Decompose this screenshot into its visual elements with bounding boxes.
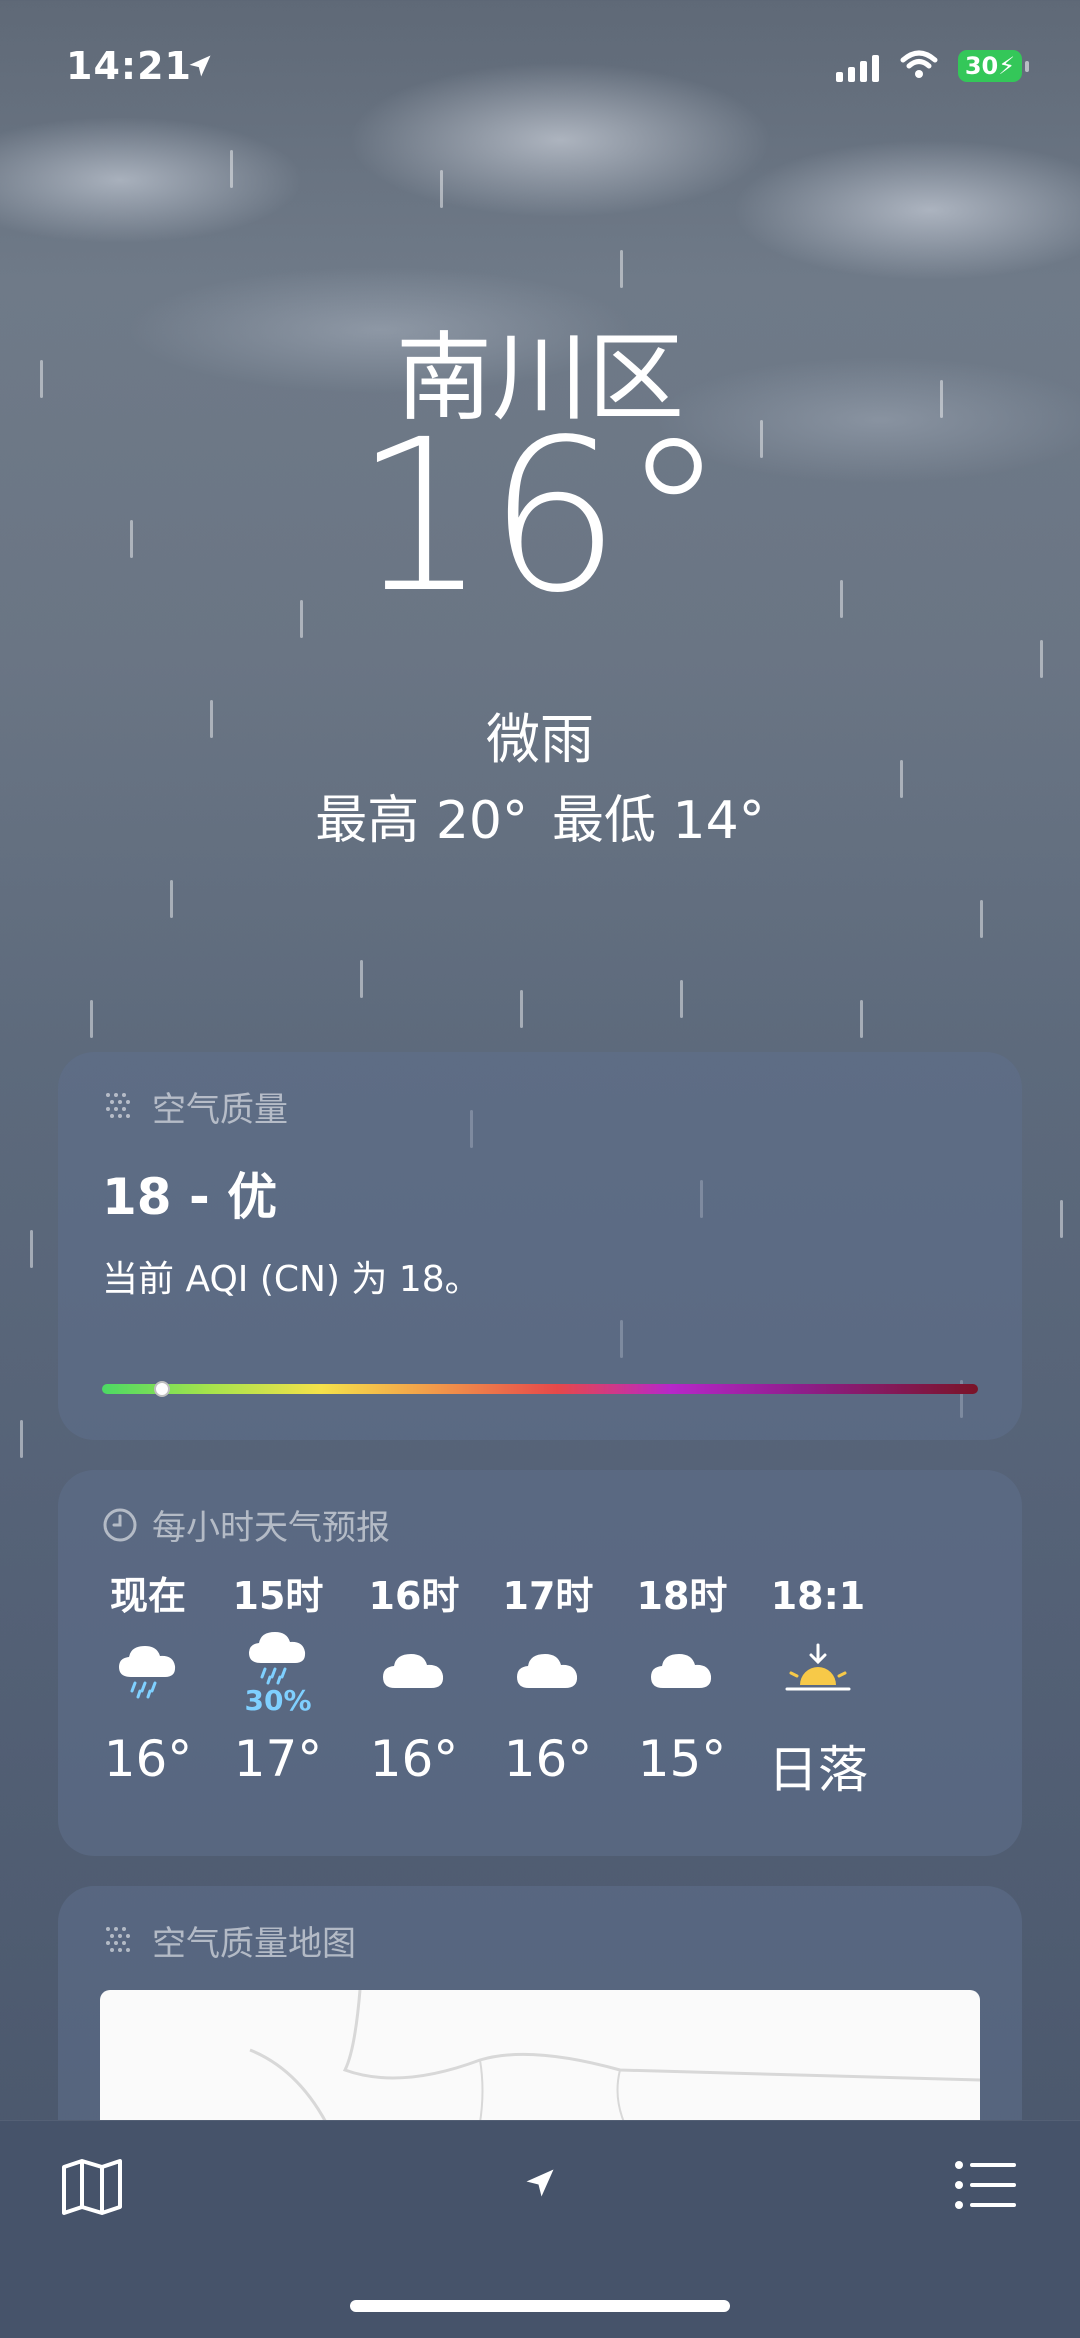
aqi-indicator-dot (153, 1381, 170, 1397)
rain-cloud-icon: 30% (208, 1626, 348, 1716)
status-bar: 14:21 30 ⚡ (0, 44, 1080, 94)
cloud-icon (344, 1626, 484, 1716)
aqi-scale-bar (102, 1381, 978, 1397)
cloud-icon (612, 1626, 752, 1716)
hour-label: 现在 (109, 1574, 186, 1618)
air-quality-card[interactable]: 空气质量 18 - 优 当前 AQI (CN) 为 18。 (58, 1052, 1022, 1440)
aqi-value: 18 - 优 (102, 1168, 278, 1226)
hourly-forecast-title: 每小时天气预报 (152, 1508, 390, 1548)
battery-icon: 30 ⚡ (958, 50, 1029, 82)
air-quality-header: 空气质量 (102, 1082, 288, 1131)
aqi-description: 当前 AQI (CN) 为 18。 (102, 1259, 481, 1300)
hourly-forecast-card[interactable]: 每小时天气预报 现在 16° 15时 30% 17° 16时 16° 17时 16° 18时 15°… (58, 1470, 1022, 1856)
list-icon[interactable] (954, 2159, 1018, 2211)
hourly-item: 15时 30% 17° (208, 1566, 348, 1788)
hourly-list[interactable]: 现在 16° 15时 30% 17° 16时 16° 17时 16° 18时 15° 18:1 日落 (58, 1566, 1022, 1826)
clock-icon (103, 1508, 137, 1541)
air-quality-map-header: 空气质量地图 (102, 1916, 356, 1965)
air-quality-icon (106, 1092, 130, 1118)
wifi-icon (900, 50, 938, 78)
hour-temperature: 16° (369, 1730, 459, 1788)
hourly-item: 16时 16° (344, 1566, 484, 1788)
location-arrow-icon (189, 55, 211, 77)
home-indicator (350, 2300, 730, 2312)
high-temperature: 最高 20° (315, 791, 528, 851)
high-low-temperature: 最高 20° 最低 14° (0, 778, 1080, 853)
hour-temperature: 日落 (768, 1741, 868, 1799)
hourly-item: 现在 16° (78, 1566, 218, 1788)
battery-level: 30 (964, 52, 999, 80)
air-quality-title: 空气质量 (152, 1090, 288, 1130)
status-time: 14:21 (66, 44, 192, 88)
hour-label: 16时 (368, 1574, 460, 1618)
hourly-item: 18时 15° (612, 1566, 752, 1788)
air-quality-map-title: 空气质量地图 (152, 1924, 356, 1964)
hour-temperature: 16° (503, 1730, 593, 1788)
hour-label: 18:1 (770, 1574, 866, 1618)
cloud-icon (478, 1626, 618, 1716)
hour-label: 18时 (636, 1574, 728, 1618)
precipitation-chance: 30% (244, 1684, 312, 1717)
hourly-item: 17时 16° (478, 1566, 618, 1788)
hourly-forecast-header: 每小时天气预报 (102, 1500, 390, 1549)
weather-condition: 微雨 (486, 708, 594, 771)
hour-temperature: 17° (233, 1730, 323, 1788)
hour-label: 15时 (232, 1574, 324, 1618)
hour-temperature: 16° (103, 1730, 193, 1788)
location-arrow-button-icon[interactable] (522, 2165, 558, 2201)
cellular-signal-icon (836, 54, 879, 82)
hour-label: 17时 (502, 1574, 594, 1618)
low-temperature: 最低 14° (552, 791, 765, 851)
sunset-icon (748, 1626, 888, 1716)
current-temperature: 16° (353, 394, 727, 639)
hourly-item: 18:1 日落 (748, 1566, 888, 1802)
rain-cloud-icon (78, 1626, 218, 1716)
map-icon[interactable] (60, 2157, 124, 2217)
hour-temperature: 15° (637, 1730, 727, 1788)
air-quality-icon (106, 1926, 130, 1952)
